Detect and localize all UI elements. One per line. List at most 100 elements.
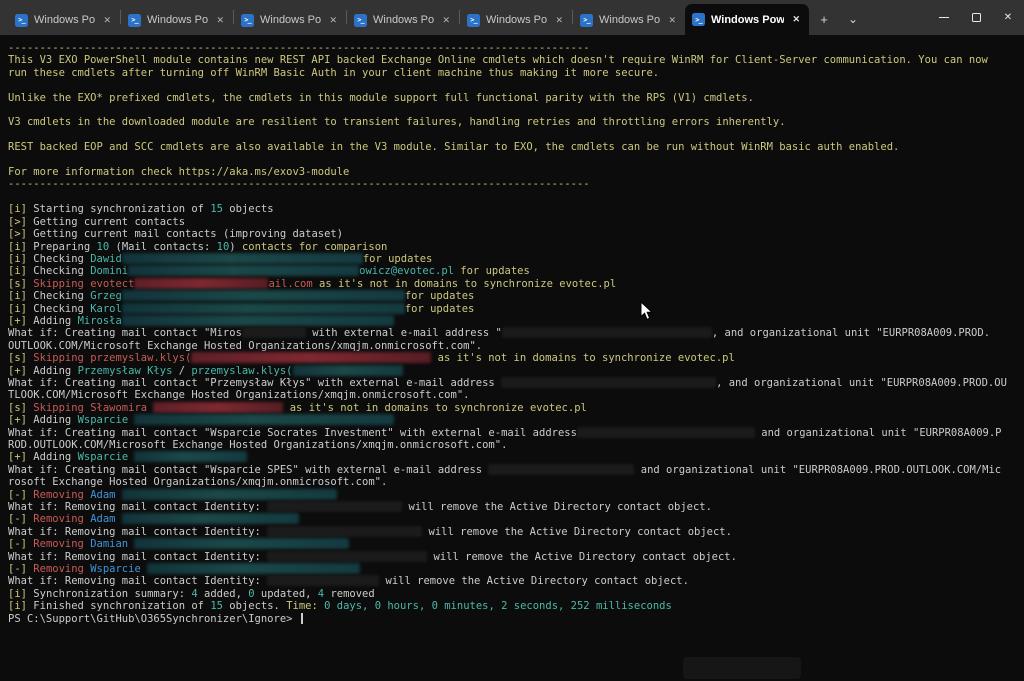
terminal-text: Grzeg [90,290,122,302]
redaction-teal [134,451,247,462]
terminal-text: [>] [8,216,33,228]
terminal-text: 0 days, 0 hours, 0 minutes, 2 seconds, 2… [318,600,672,612]
terminal-text: owicz@evotec.pl [359,265,454,277]
terminal-line: What if: Removing mail contact Identity:… [8,501,1024,513]
terminal-text: [+] [8,414,33,426]
terminal-text: ail.com [268,278,312,290]
tab-7-active[interactable]: >_Windows PowerShe✕ [685,4,809,35]
redaction-dark [267,575,379,586]
tab-1[interactable]: >_Windows PowerShe✕ [8,5,120,35]
terminal-line: [-] Removing Damian [8,538,1024,550]
terminal-text: [i] [8,290,33,302]
terminal-text: Adding [33,451,77,463]
terminal-text: 10 [217,241,230,253]
tab-title: Windows PowerShe [147,14,208,26]
terminal-text: Starting synchronization of [33,203,210,215]
tab-close-icon[interactable]: ✕ [327,13,339,28]
terminal-text: Checking [33,265,90,277]
terminal[interactable]: ----------------------------------------… [0,35,1024,681]
terminal-text: What if: Removing mail contact Identity: [8,551,267,563]
tab-close-icon[interactable]: ✕ [101,13,113,28]
terminal-text: Adam [90,513,122,525]
terminal-text: [i] [8,303,33,315]
terminal-text: [s] [8,278,33,290]
terminal-line: V3 cmdlets in the downloaded module are … [8,116,1024,128]
terminal-text: for updates [405,290,475,302]
tab-2[interactable]: >_ Windows PowerShe ✕ [121,5,233,35]
terminal-text: For more information check https://aka.m… [8,166,349,178]
terminal-text: Adding [33,414,77,426]
terminal-text: and organizational unit "EURPR08A009.P [755,427,1002,439]
terminal-text: [i] [8,253,33,265]
terminal-line: [i] Preparing 10 (Mail contacts: 10) con… [8,241,1024,253]
tab-5[interactable]: >_Windows PowerShe✕ [460,5,572,35]
tab-4[interactable]: >_Windows PowerShe✕ [347,5,459,35]
terminal-line: PS C:\Support\GitHub\O365Synchronizer\Ig… [8,613,1024,625]
tab-close-icon[interactable]: ✕ [214,13,226,28]
terminal-text: (Mail contacts: [109,241,216,253]
redaction-block-bottom [683,657,801,679]
terminal-line [8,79,1024,91]
terminal-text: What if: Creating mail contact "Miros [8,327,242,339]
titlebar[interactable]: >_Windows PowerShe✕>_Windows PowerShe✕>_… [0,0,1024,35]
terminal-line [8,154,1024,166]
terminal-text: Removing [33,489,90,501]
terminal-line: [s] Skipping Sławomira as it's not in do… [8,402,1024,414]
redaction-dark [267,526,422,537]
terminal-text: / [172,365,191,377]
terminal-text: Przemysław Kłys [78,365,173,377]
terminal-text: Karol [90,303,122,315]
redaction-dark [488,464,634,475]
terminal-text: TLOOK.COM/Microsoft Exchange Hosted Orga… [8,389,469,401]
redaction-teal [147,563,360,574]
tab-6[interactable]: >_Windows PowerShe✕ [573,5,685,35]
minimize-button[interactable] [928,0,960,35]
terminal-line: ----------------------------------------… [8,42,1024,54]
tab-close-icon[interactable]: ✕ [666,13,678,28]
terminal-text: will remove the Active Directory contact… [422,526,732,538]
redaction-teal [122,315,394,326]
tab-dropdown-button[interactable]: ⌄ [841,6,865,32]
powershell-icon: >_ [692,13,705,26]
redaction-dark [242,327,306,338]
terminal-line: [i] Checking Dominiowicz@evotec.pl for u… [8,265,1024,277]
tab-strip: >_Windows PowerShe✕>_Windows PowerShe✕>_… [0,0,809,35]
terminal-line [8,191,1024,203]
terminal-text: ----------------------------------------… [8,178,590,190]
tab-close-icon[interactable]: ✕ [790,12,802,27]
new-tab-button[interactable]: + [811,6,837,32]
redaction-teal [293,365,403,376]
redaction-teal [134,538,349,549]
terminal-line: [+] Adding Wsparcie [8,414,1024,426]
close-button[interactable]: ✕ [992,0,1024,35]
tab-close-icon[interactable]: ✕ [553,13,565,28]
tab-close-icon[interactable]: ✕ [440,13,452,28]
terminal-line: [s] Skipping przemyslaw.klys( as it's no… [8,352,1024,364]
terminal-text: [+] [8,365,33,377]
terminal-line: [i] Checking Karolfor updates [8,303,1024,315]
maximize-button[interactable] [960,0,992,35]
redaction-teal [128,265,359,276]
terminal-text: V3 cmdlets in the downloaded module are … [8,116,786,128]
terminal-text: Skipping evotect [33,278,134,290]
terminal-text: Synchronization summary: [33,588,191,600]
terminal-text: as it's not in domains to synchronize ev… [283,402,586,414]
powershell-icon: >_ [128,14,141,27]
terminal-line: [i] Checking Dawidfor updates [8,253,1024,265]
terminal-line: What if: Creating mail contact "Miros wi… [8,327,1024,339]
terminal-text: Adding [33,315,77,327]
terminal-line: ROD.OUTLOOK.COM/Microsoft Exchange Hoste… [8,439,1024,451]
powershell-icon: >_ [580,14,593,27]
terminal-text: Skipping Sławomira [33,402,153,414]
redaction-dark [502,327,712,338]
terminal-text: ----------------------------------------… [8,42,590,54]
tab-3[interactable]: >_Windows PowerShe✕ [234,5,346,35]
terminal-text: added, [198,588,249,600]
terminal-line: What if: Creating mail contact "Przemysł… [8,377,1024,389]
terminal-text: objects. [223,600,286,612]
terminal-text: Removing [33,513,90,525]
redaction-red [153,402,283,413]
terminal-line: [+] Adding Wsparcie [8,451,1024,463]
terminal-line: [-] Removing Adam [8,513,1024,525]
maximize-icon [972,13,981,22]
